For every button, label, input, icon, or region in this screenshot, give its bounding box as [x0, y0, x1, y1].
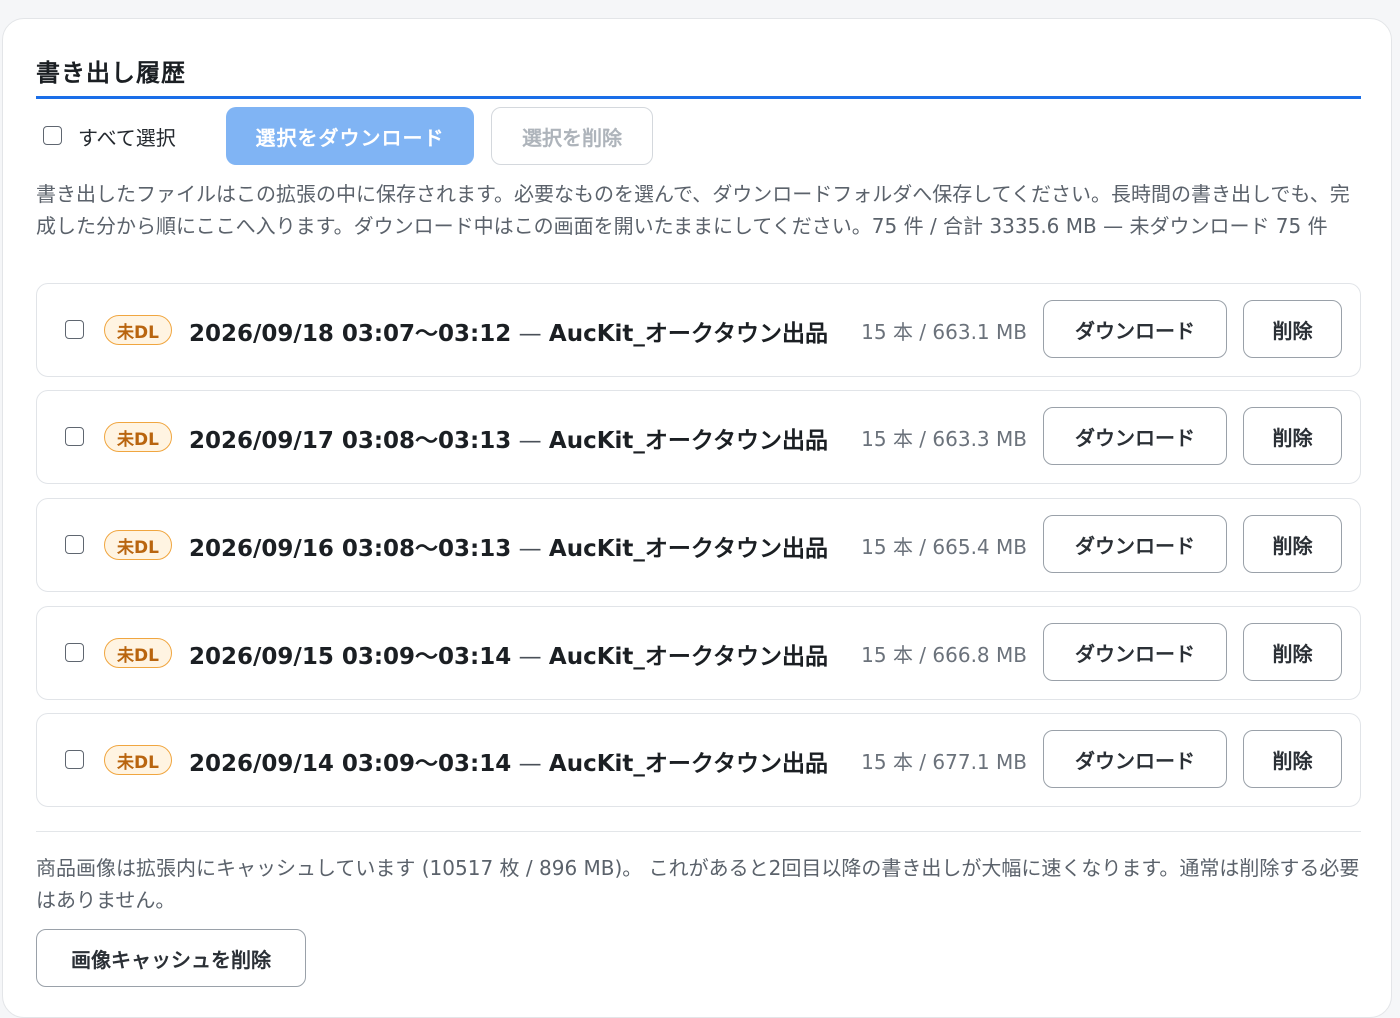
export-size: 15 本 / 666.8 MB — [861, 643, 1027, 667]
export-row: 未DL 2026/09/14 03:09〜03:14 — AucKit_オークタ… — [36, 713, 1361, 807]
status-badge: 未DL — [104, 530, 172, 560]
export-name: AucKit_オークタウン出品… — [548, 644, 829, 670]
title-separator: — — [511, 536, 549, 562]
export-title: 2026/09/15 03:09〜03:14 — AucKit_オークタウン出品… — [189, 637, 829, 671]
delete-image-cache-button[interactable]: 画像キャッシュを削除 — [36, 929, 306, 987]
row-checkbox[interactable] — [65, 320, 84, 339]
export-title: 2026/09/16 03:08〜03:13 — AucKit_オークタウン出品… — [189, 529, 829, 563]
download-button[interactable]: ダウンロード — [1043, 515, 1227, 573]
title-separator: — — [511, 428, 549, 454]
title-underline — [36, 96, 1361, 99]
status-badge: 未DL — [104, 638, 172, 668]
export-name: AucKit_オークタウン出品… — [548, 428, 829, 454]
export-time: 2026/09/17 03:08〜03:13 — [189, 428, 512, 454]
export-size: 15 本 / 663.1 MB — [861, 320, 1027, 344]
delete-button[interactable]: 削除 — [1243, 407, 1342, 465]
row-checkbox[interactable] — [65, 643, 84, 662]
title-separator: — — [511, 321, 549, 347]
export-time: 2026/09/18 03:07〜03:12 — [189, 321, 512, 347]
section-title: 書き出し履歴 — [36, 59, 186, 87]
download-button[interactable]: ダウンロード — [1043, 300, 1227, 358]
row-checkbox[interactable] — [65, 535, 84, 554]
export-title: 2026/09/18 03:07〜03:12 — AucKit_オークタウン出品… — [189, 314, 829, 348]
download-selected-button[interactable]: 選択をダウンロード — [226, 107, 474, 165]
toolbar: すべて選択 選択をダウンロード 選択を削除 — [36, 107, 1361, 165]
status-badge: 未DL — [104, 315, 172, 345]
row-checkbox[interactable] — [65, 750, 84, 769]
download-button[interactable]: ダウンロード — [1043, 623, 1227, 681]
export-description: 書き出したファイルはこの拡張の中に保存されます。必要なものを選んで、ダウンロード… — [36, 182, 1350, 238]
export-history-card: 書き出し履歴 すべて選択 選択をダウンロード 選択を削除 書き出したファイルはこ… — [2, 18, 1392, 1018]
export-row: 未DL 2026/09/16 03:08〜03:13 — AucKit_オークタ… — [36, 498, 1361, 592]
delete-selected-button[interactable]: 選択を削除 — [491, 107, 653, 165]
export-time: 2026/09/15 03:09〜03:14 — [189, 644, 512, 670]
export-row: 未DL 2026/09/18 03:07〜03:12 — AucKit_オークタ… — [36, 283, 1361, 377]
export-title: 2026/09/14 03:09〜03:14 — AucKit_オークタウン出品… — [189, 744, 829, 778]
select-all-checkbox[interactable] — [43, 126, 62, 145]
export-row: 未DL 2026/09/17 03:08〜03:13 — AucKit_オークタ… — [36, 390, 1361, 484]
delete-button[interactable]: 削除 — [1243, 623, 1342, 681]
divider — [36, 831, 1361, 832]
row-checkbox[interactable] — [65, 427, 84, 446]
title-separator: — — [511, 751, 549, 777]
export-row: 未DL 2026/09/15 03:09〜03:14 — AucKit_オークタ… — [36, 606, 1361, 700]
delete-button[interactable]: 削除 — [1243, 730, 1342, 788]
export-name: AucKit_オークタウン出品… — [548, 751, 829, 777]
download-button[interactable]: ダウンロード — [1043, 730, 1227, 788]
export-time: 2026/09/14 03:09〜03:14 — [189, 751, 512, 777]
export-size: 15 本 / 665.4 MB — [861, 535, 1027, 559]
title-separator: — — [511, 644, 549, 670]
export-name: AucKit_オークタウン出品… — [548, 321, 829, 347]
status-badge: 未DL — [104, 422, 172, 452]
delete-button[interactable]: 削除 — [1243, 300, 1342, 358]
export-title: 2026/09/17 03:08〜03:13 — AucKit_オークタウン出品… — [189, 421, 829, 455]
delete-button[interactable]: 削除 — [1243, 515, 1342, 573]
export-time: 2026/09/16 03:08〜03:13 — [189, 536, 512, 562]
status-badge: 未DL — [104, 745, 172, 775]
export-size: 15 本 / 677.1 MB — [861, 750, 1027, 774]
export-size: 15 本 / 663.3 MB — [861, 427, 1027, 451]
download-button[interactable]: ダウンロード — [1043, 407, 1227, 465]
cache-note: 商品画像は拡張内にキャッシュしています (10517 枚 / 896 MB)。 … — [36, 856, 1360, 912]
export-name: AucKit_オークタウン出品… — [548, 536, 829, 562]
select-all-label[interactable]: すべて選択 — [78, 122, 176, 151]
